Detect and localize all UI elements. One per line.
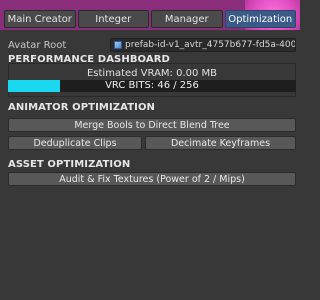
audit-textures-button[interactable]: Audit & Fix Textures (Power of 2 / Mips) (8, 172, 296, 186)
avatar-root-row: Avatar Root prefab-id-v1_avtr_4757b677-f… (8, 38, 296, 52)
avatar-root-field[interactable]: prefab-id-v1_avtr_4757b677-fd5a-4006- (110, 38, 296, 52)
tab-manager[interactable]: Manager (151, 10, 223, 28)
decimate-keyframes-button[interactable]: Decimate Keyframes (145, 136, 296, 150)
merge-bools-button[interactable]: Merge Bools to Direct Blend Tree (8, 118, 296, 132)
tab-main-creator[interactable]: Main Creator (4, 10, 76, 28)
avatar-root-value: prefab-id-v1_avtr_4757b677-fd5a-4006- (125, 40, 296, 50)
prefab-icon (114, 41, 122, 49)
deduplicate-clips-button[interactable]: Deduplicate Clips (8, 136, 142, 150)
vrc-bits-bar: VRC BITS: 46 / 256 (8, 80, 296, 92)
vram-estimate: Estimated VRAM: 0.00 MB (86, 68, 218, 79)
tab-optimization[interactable]: Optimization (224, 10, 296, 28)
vrc-bits-text: VRC BITS: 46 / 256 (105, 80, 199, 91)
tab-bar: Main Creator Integer Manager Optimizatio… (4, 10, 296, 28)
avatar-root-label: Avatar Root (8, 39, 67, 51)
tab-integer[interactable]: Integer (77, 10, 149, 28)
animator-optimization-title: ANIMATOR OPTIMIZATION (8, 102, 156, 113)
asset-optimization-title: ASSET OPTIMIZATION (8, 159, 131, 170)
